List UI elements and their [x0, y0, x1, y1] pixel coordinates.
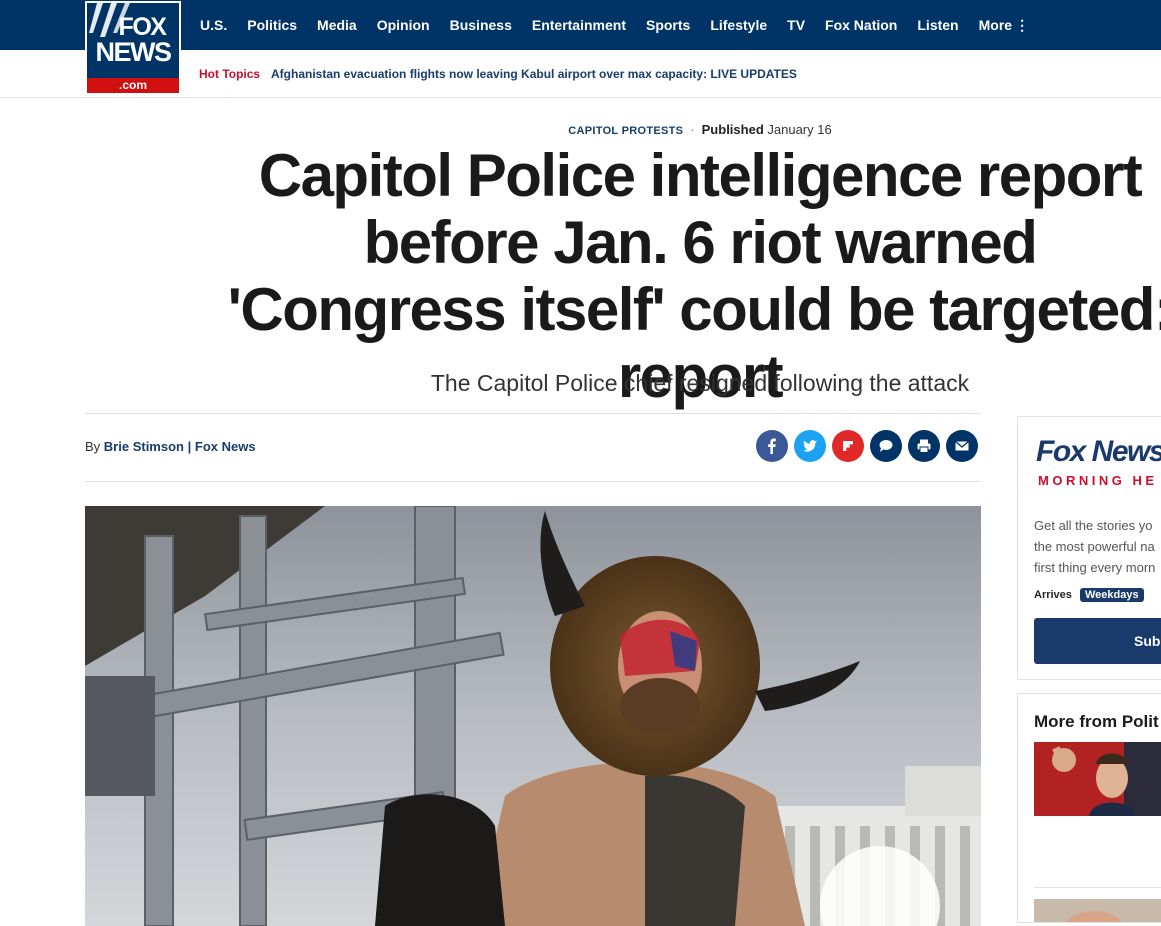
byline-separator: | — [187, 439, 192, 454]
more-from-divider — [1034, 887, 1161, 888]
thumbnail-photo — [1034, 899, 1161, 922]
newsletter-desc-line: Get all the stories yo — [1034, 518, 1153, 533]
article-eyebrow: CAPITOL PROTESTS · Published January 16 — [420, 122, 980, 137]
email-icon[interactable] — [946, 430, 978, 462]
newsletter-desc-line: first thing every morn — [1034, 560, 1156, 575]
byline-prefix: By — [85, 439, 101, 454]
more-from-thumbnail[interactable] — [1034, 899, 1161, 922]
nav-item-listen[interactable]: Listen — [907, 17, 968, 33]
nav-item-entertainment[interactable]: Entertainment — [522, 17, 636, 33]
vertical-dots-icon: ⋮ — [1015, 16, 1030, 33]
nav-item-lifestyle[interactable]: Lifestyle — [700, 17, 777, 33]
nav-item-media[interactable]: Media — [307, 17, 367, 33]
article-category-link[interactable]: CAPITOL PROTESTS — [568, 125, 683, 137]
thumbnail-photo — [1034, 742, 1161, 816]
divider-top — [85, 413, 981, 414]
eyebrow-dot: · — [690, 122, 695, 137]
nav-more-label: More — [978, 16, 1013, 33]
nav-item-sports[interactable]: Sports — [636, 17, 700, 33]
print-icon[interactable] — [908, 430, 940, 462]
hot-topics-label: Hot Topics — [199, 67, 261, 81]
author-link[interactable]: Brie Stimson — [104, 439, 184, 454]
logo-domain-text: .com — [87, 78, 179, 93]
newsletter-desc-line: the most powerful na — [1034, 539, 1155, 554]
nav-item-business[interactable]: Business — [440, 17, 522, 33]
byline: By Brie Stimson | Fox News — [85, 439, 256, 454]
hot-topic-link[interactable]: Afghanistan evacuation flights now leavi… — [271, 67, 797, 81]
divider-bottom — [85, 481, 981, 482]
published-date: January 16 — [767, 122, 832, 137]
share-toolbar — [756, 430, 984, 462]
twitter-share-icon[interactable] — [794, 430, 826, 462]
newsletter-card: Fox News MORNING HE Get all the stories … — [1017, 416, 1161, 680]
source-link[interactable]: Fox News — [195, 439, 256, 454]
more-from-thumbnail[interactable] — [1034, 742, 1161, 816]
article-hero-image[interactable] — [85, 506, 981, 926]
main-nav: U.S. Politics Media Opinion Business Ent… — [190, 0, 1039, 50]
newsletter-description: Get all the stories yo the most powerful… — [1034, 515, 1161, 578]
comments-icon[interactable] — [870, 430, 902, 462]
more-from-title: More from Polit — [1034, 712, 1159, 731]
nav-item-fox-nation[interactable]: Fox Nation — [815, 17, 907, 33]
nav-item-opinion[interactable]: Opinion — [367, 17, 440, 33]
more-from-card: More from Polit — [1017, 693, 1161, 923]
nav-item-tv[interactable]: TV — [777, 17, 815, 33]
frequency-badge: Weekdays — [1080, 588, 1144, 602]
nav-item-us[interactable]: U.S. — [190, 17, 237, 33]
arrives-label: Arrives — [1034, 589, 1072, 601]
fox-news-logo[interactable]: FOX NEWS .com — [85, 1, 181, 95]
article-subhead: The Capitol Police chief resigned follow… — [430, 370, 970, 396]
nav-item-politics[interactable]: Politics — [237, 17, 307, 33]
facebook-share-icon[interactable] — [756, 430, 788, 462]
published-label: Published — [701, 122, 764, 137]
newsletter-subtitle: MORNING HE — [1038, 473, 1158, 488]
nav-item-more[interactable]: More ⋮ — [969, 17, 1039, 34]
hero-photo — [85, 506, 981, 926]
flipboard-share-icon[interactable] — [832, 430, 864, 462]
subscribe-button[interactable]: Subs — [1034, 618, 1161, 664]
logo-news-text: NEWS — [95, 37, 173, 67]
newsletter-brand: Fox News — [1036, 435, 1161, 468]
